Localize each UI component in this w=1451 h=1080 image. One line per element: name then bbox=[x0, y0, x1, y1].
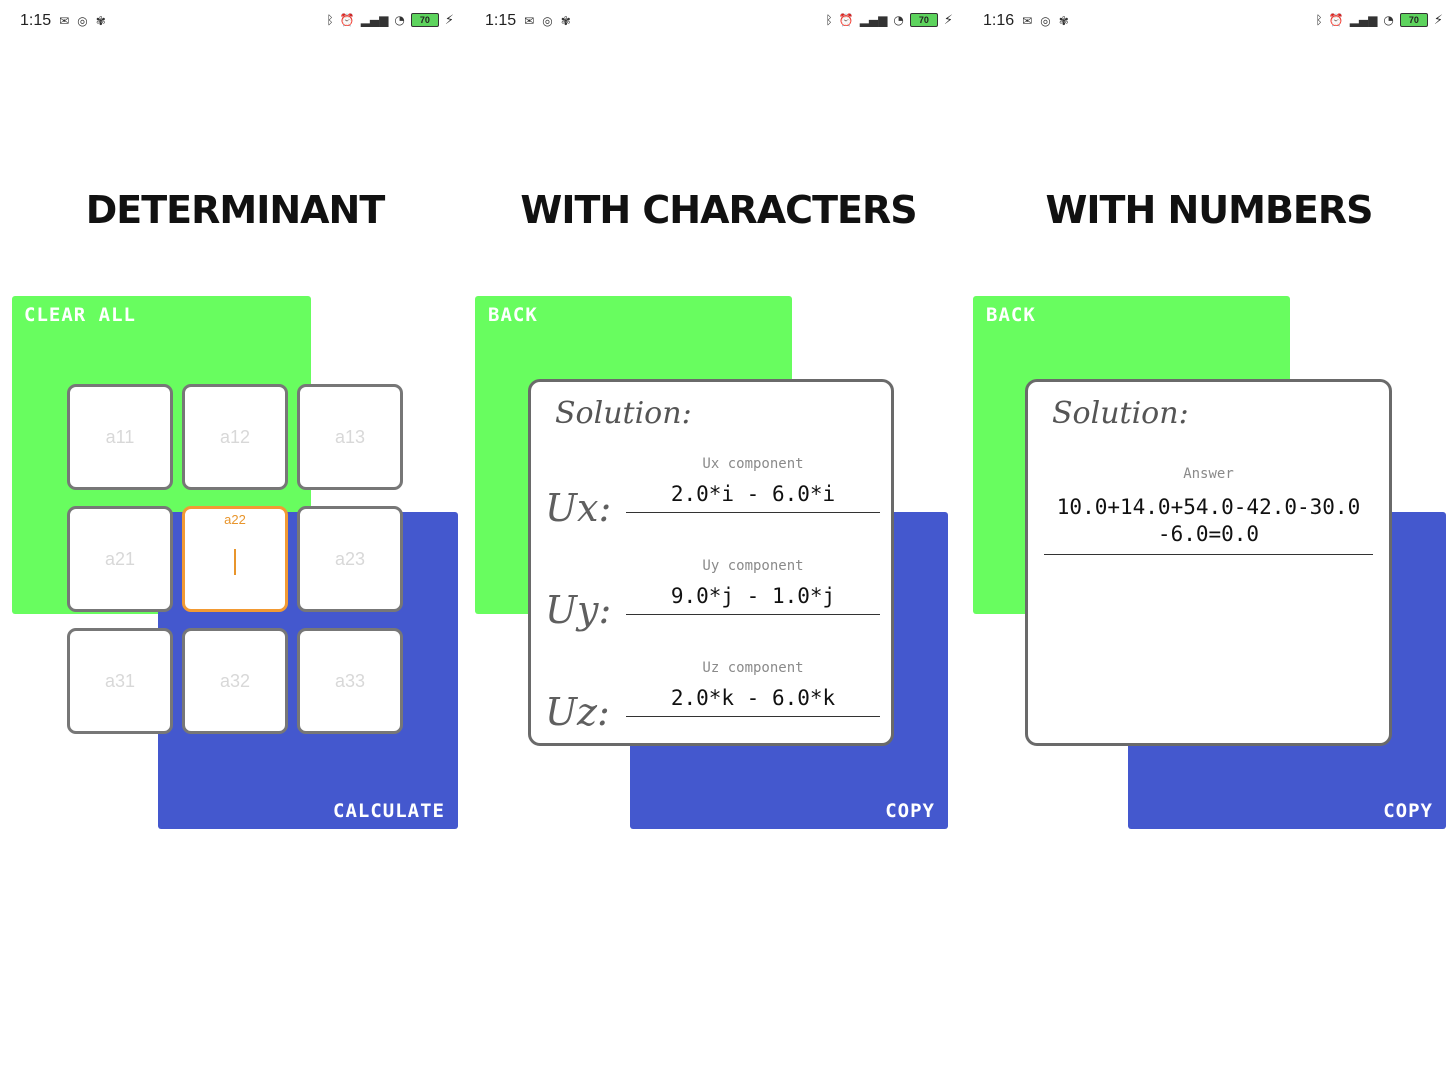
answer-line-1: 10.0+14.0+54.0-42.0-30.0 bbox=[1056, 495, 1361, 519]
charging-icon: ⚡ bbox=[444, 12, 454, 28]
cell-a21[interactable]: a21 bbox=[67, 506, 173, 612]
solution-title: Solution: bbox=[555, 396, 692, 431]
cell-a12[interactable]: a12 bbox=[182, 384, 288, 490]
uz-label: Uz: bbox=[545, 690, 610, 734]
app-icon: ✾ bbox=[1058, 14, 1069, 28]
page-title: WITH NUMBERS bbox=[1045, 188, 1373, 232]
ux-label: Ux: bbox=[545, 486, 612, 530]
cell-a32[interactable]: a32 bbox=[182, 628, 288, 734]
determinant-screen: 1:15 ✉ ◎ ✾ ᛒ ⏰ ▂▄▆ ◔ 70 ⚡ DETERMINANT CL… bbox=[0, 0, 470, 1080]
cell-floating-label: a22 bbox=[224, 512, 246, 527]
ux-hint: Ux component bbox=[702, 456, 804, 472]
uy-value-field[interactable]: 9.0*j - 1.0*j bbox=[626, 584, 880, 615]
ux-value-field[interactable]: 2.0*i - 6.0*i bbox=[626, 482, 880, 513]
status-bar: 1:15 ✉ ◎ ✾ ᛒ ⏰ ▂▄▆ ◔ 70 ⚡ bbox=[470, 8, 967, 36]
copy-label: COPY bbox=[885, 800, 935, 822]
app-icon: ✾ bbox=[560, 14, 571, 28]
wifi-icon: ◔ bbox=[394, 13, 405, 27]
gmail-icon: ✉ bbox=[59, 14, 70, 28]
bluetooth-icon: ᛒ bbox=[326, 13, 334, 27]
alarm-icon: ⏰ bbox=[1328, 13, 1344, 27]
answer-line-2: -6.0=0.0 bbox=[1157, 522, 1260, 546]
sync-icon: ◎ bbox=[542, 14, 553, 28]
uy-hint: Uy component bbox=[702, 558, 804, 574]
alarm-icon: ⏰ bbox=[838, 13, 854, 27]
answer-hint: Answer bbox=[1183, 466, 1234, 482]
uy-label: Uy: bbox=[545, 588, 612, 632]
solution-card: Solution: Answer 10.0+14.0+54.0-42.0-30.… bbox=[1025, 379, 1392, 746]
alarm-icon: ⏰ bbox=[339, 13, 355, 27]
back-label: BACK bbox=[488, 304, 538, 326]
app-icon: ✾ bbox=[95, 14, 106, 28]
uz-value-field[interactable]: 2.0*k - 6.0*k bbox=[626, 686, 880, 717]
clear-all-label: CLEAR ALL bbox=[24, 304, 136, 326]
status-time: 1:15 bbox=[485, 12, 517, 29]
cell-a22[interactable]: a22 bbox=[182, 506, 288, 612]
page-title: DETERMINANT bbox=[85, 188, 386, 232]
charging-icon: ⚡ bbox=[943, 12, 953, 28]
wifi-icon: ◔ bbox=[893, 13, 904, 27]
uy-component-row: Uy: Uy component 9.0*j - 1.0*j bbox=[531, 558, 891, 648]
characters-solution-screen: 1:15 ✉ ◎ ✾ ᛒ ⏰ ▂▄▆ ◔ 70 ⚡ WITH CHARACTER… bbox=[470, 0, 967, 1080]
gmail-icon: ✉ bbox=[1022, 14, 1033, 28]
text-cursor bbox=[234, 549, 236, 575]
status-time: 1:16 bbox=[983, 12, 1015, 29]
solution-card: Solution: Ux: Ux component 2.0*i - 6.0*i… bbox=[528, 379, 894, 746]
charging-icon: ⚡ bbox=[1433, 12, 1443, 28]
sync-icon: ◎ bbox=[1040, 14, 1051, 28]
signal-icon: ▂▄▆ bbox=[859, 13, 888, 27]
signal-icon: ▂▄▆ bbox=[360, 13, 389, 27]
wifi-icon: ◔ bbox=[1383, 13, 1394, 27]
battery-icon: 70 bbox=[410, 13, 439, 27]
cell-placeholder: a32 bbox=[219, 670, 251, 691]
cell-a11[interactable]: a11 bbox=[67, 384, 173, 490]
cell-placeholder: a12 bbox=[219, 426, 251, 447]
bluetooth-icon: ᛒ bbox=[1315, 13, 1323, 27]
gmail-icon: ✉ bbox=[524, 14, 535, 28]
cell-placeholder: a11 bbox=[105, 426, 135, 447]
cell-placeholder: a31 bbox=[104, 670, 136, 691]
status-bar: 1:16 ✉ ◎ ✾ ᛒ ⏰ ▂▄▆ ◔ 70 ⚡ bbox=[967, 8, 1451, 36]
uz-hint: Uz component bbox=[702, 660, 804, 676]
calculate-label: CALCULATE bbox=[333, 800, 445, 822]
cell-a13[interactable]: a13 bbox=[297, 384, 403, 490]
battery-icon: 70 bbox=[909, 13, 938, 27]
cell-placeholder: a23 bbox=[334, 548, 366, 569]
status-time: 1:15 bbox=[20, 12, 52, 29]
battery-icon: 70 bbox=[1399, 13, 1428, 27]
cell-placeholder: a21 bbox=[104, 548, 136, 569]
solution-title: Solution: bbox=[1052, 396, 1189, 431]
ux-component-row: Ux: Ux component 2.0*i - 6.0*i bbox=[531, 456, 891, 546]
cell-a23[interactable]: a23 bbox=[297, 506, 403, 612]
numbers-solution-screen: 1:16 ✉ ◎ ✾ ᛒ ⏰ ▂▄▆ ◔ 70 ⚡ WITH NUMBERS B… bbox=[967, 0, 1451, 1080]
cell-placeholder: a13 bbox=[334, 426, 366, 447]
answer-value-field[interactable]: 10.0+14.0+54.0-42.0-30.0 -6.0=0.0 bbox=[1044, 494, 1373, 555]
sync-icon: ◎ bbox=[77, 14, 88, 28]
signal-icon: ▂▄▆ bbox=[1349, 13, 1378, 27]
back-label: BACK bbox=[986, 304, 1036, 326]
page-title: WITH CHARACTERS bbox=[520, 188, 917, 232]
cell-a33[interactable]: a33 bbox=[297, 628, 403, 734]
bluetooth-icon: ᛒ bbox=[825, 13, 833, 27]
status-bar: 1:15 ✉ ◎ ✾ ᛒ ⏰ ▂▄▆ ◔ 70 ⚡ bbox=[0, 8, 470, 36]
cell-placeholder: a33 bbox=[334, 670, 366, 691]
cell-a31[interactable]: a31 bbox=[67, 628, 173, 734]
uz-component-row: Uz: Uz component 2.0*k - 6.0*k bbox=[531, 660, 891, 750]
copy-label: COPY bbox=[1383, 800, 1433, 822]
